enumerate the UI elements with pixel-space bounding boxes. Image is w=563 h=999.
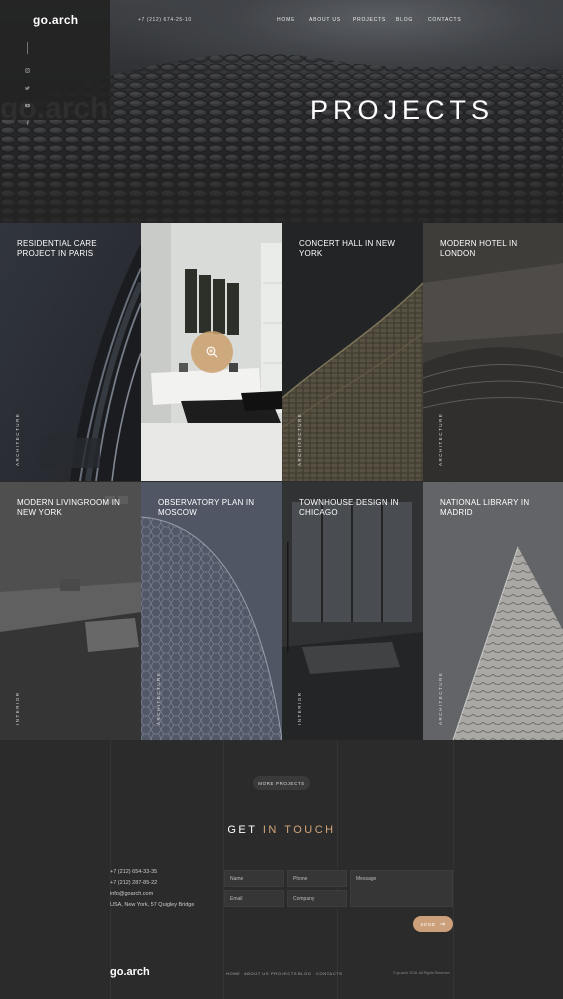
heading-part: GET bbox=[227, 824, 258, 836]
project-category: ARCHITECTURE bbox=[156, 671, 161, 725]
footer-nav-blog[interactable]: BLOG bbox=[298, 971, 312, 976]
project-image bbox=[0, 482, 141, 740]
project-category: ARCHITECTURE bbox=[15, 412, 20, 466]
contact-address: USA, New York, 57 Quigley Bridge bbox=[110, 902, 195, 908]
footer-nav-contacts[interactable]: CONTACTS bbox=[316, 971, 343, 976]
project-image bbox=[423, 223, 563, 481]
project-title[interactable]: NATIONAL LIBRARY IN MADRID bbox=[440, 498, 555, 518]
side-divider bbox=[27, 42, 28, 54]
project-category: ARCHITECTURE bbox=[438, 412, 443, 466]
project-title[interactable]: RESIDENTIAL CARE PROJECT IN PARIS bbox=[17, 239, 132, 259]
project-title[interactable]: OBSERVATORY PLAN IN MOSCOW bbox=[158, 498, 273, 518]
page-title: PROJECTS bbox=[310, 95, 495, 125]
message-field[interactable]: Message bbox=[350, 870, 453, 907]
footer-nav-projects[interactable]: PROJECTS bbox=[271, 971, 297, 976]
contact-phone-2[interactable]: +7 (212) 287-85-22 bbox=[110, 880, 157, 886]
more-projects-button[interactable]: MORE PROJECTS bbox=[253, 776, 310, 790]
project-tile-hovered[interactable] bbox=[141, 223, 282, 481]
footer-nav-home[interactable]: HOME bbox=[226, 971, 240, 976]
project-tile[interactable]: NATIONAL LIBRARY IN MADRID ARCHITECTURE bbox=[423, 482, 563, 740]
heading-accent: IN TOUCH bbox=[262, 824, 336, 836]
zoom-button[interactable] bbox=[191, 331, 233, 373]
project-tile[interactable]: OBSERVATORY PLAN IN MOSCOW ARCHITECTURE bbox=[141, 482, 282, 740]
copyright: © go.arch 2016. All Rights Reserved bbox=[393, 971, 450, 975]
nav-projects[interactable]: PROJECTS bbox=[353, 17, 386, 23]
logo[interactable]: go.arch bbox=[33, 13, 78, 27]
send-button[interactable]: SEND bbox=[413, 916, 453, 932]
nav-contacts[interactable]: CONTACTS bbox=[428, 17, 462, 23]
footer-nav-about-us[interactable]: ABOUT US bbox=[244, 971, 269, 976]
company-field[interactable]: Company bbox=[287, 890, 347, 907]
phone-field[interactable]: Phone bbox=[287, 870, 347, 887]
project-tile[interactable]: MODERN LIVINGROOM IN NEW YORK INTERIOR bbox=[0, 482, 141, 740]
project-image bbox=[282, 223, 423, 481]
project-title[interactable]: TOWNHOUSE DESIGN IN CHICAGO bbox=[299, 498, 414, 518]
footer-logo[interactable]: go.arch bbox=[110, 966, 150, 978]
project-title[interactable]: CONCERT HALL IN NEW YORK bbox=[299, 239, 414, 259]
project-image bbox=[282, 482, 423, 740]
contact-email[interactable]: info@goarch.com bbox=[110, 891, 153, 897]
project-image bbox=[141, 482, 282, 740]
project-category: ARCHITECTURE bbox=[297, 412, 302, 466]
project-tile[interactable]: MODERN HOTEL IN LONDON ARCHITECTURE bbox=[423, 223, 563, 481]
project-image bbox=[0, 223, 141, 481]
project-title[interactable]: MODERN HOTEL IN LONDON bbox=[440, 239, 555, 259]
nav-home[interactable]: HOME bbox=[277, 17, 295, 23]
project-category: INTERIOR bbox=[15, 691, 20, 725]
arrow-right-icon bbox=[440, 922, 446, 926]
get-in-touch-heading: GET IN TOUCH bbox=[0, 824, 563, 836]
instagram-icon[interactable] bbox=[25, 68, 30, 73]
project-title[interactable]: MODERN LIVINGROOM IN NEW YORK bbox=[17, 498, 132, 518]
project-image bbox=[423, 482, 563, 740]
header-phone: +7 (212) 674-25-10 bbox=[138, 17, 192, 23]
send-label: SEND bbox=[420, 921, 436, 927]
project-tile[interactable]: RESIDENTIAL CARE PROJECT IN PARIS ARCHIT… bbox=[0, 223, 141, 481]
name-field[interactable]: Name bbox=[224, 870, 284, 887]
ghost-watermark: go.arch bbox=[0, 92, 109, 125]
project-category: INTERIOR bbox=[297, 691, 302, 725]
twitter-icon[interactable] bbox=[25, 86, 30, 91]
hero-section: go.arch +7 (212) 674-25-10 HOME ABOUT US… bbox=[0, 0, 563, 223]
email-field[interactable]: Email bbox=[224, 890, 284, 907]
contact-phone-1[interactable]: +7 (212) 654-33-35 bbox=[110, 869, 157, 875]
nav-blog[interactable]: BLOG bbox=[396, 17, 413, 23]
zoom-in-icon bbox=[206, 346, 218, 358]
project-category: ARCHITECTURE bbox=[438, 671, 443, 725]
projects-grid: RESIDENTIAL CARE PROJECT IN PARIS ARCHIT… bbox=[0, 223, 563, 740]
project-tile[interactable]: CONCERT HALL IN NEW YORK ARCHITECTURE bbox=[282, 223, 423, 481]
project-tile[interactable]: TOWNHOUSE DESIGN IN CHICAGO INTERIOR bbox=[282, 482, 423, 740]
nav-about-us[interactable]: ABOUT US bbox=[309, 17, 341, 23]
